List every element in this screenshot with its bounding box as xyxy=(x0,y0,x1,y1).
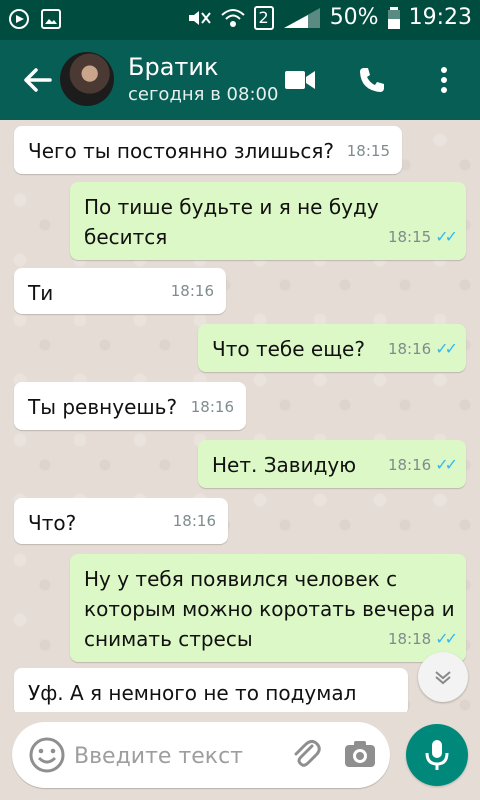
message-time: 18:15 xyxy=(387,228,432,246)
contact-last-seen: сегодня в 08:00 xyxy=(128,84,279,105)
message-time: 18:16 xyxy=(172,512,216,530)
message-time: 18:16 xyxy=(387,340,432,358)
message-bubble-incoming[interactable]: Ты ревнуешь? 18:16 xyxy=(14,382,246,430)
more-vert-icon xyxy=(441,67,447,93)
camera-icon xyxy=(345,741,375,767)
status-time: 19:23 xyxy=(408,5,472,30)
gallery-icon xyxy=(41,9,61,29)
chat-header: Братик сегодня в 08:00 xyxy=(0,40,480,120)
mic-icon xyxy=(425,740,449,770)
message-text: Что? xyxy=(28,511,77,535)
message-text: Ты ревнуешь? xyxy=(28,395,178,419)
status-right: 2 50% 19:23 xyxy=(186,5,472,30)
more-options-button[interactable] xyxy=(422,58,466,102)
message-time: 18:16 xyxy=(170,282,214,300)
message-time: 18:18 xyxy=(387,630,432,648)
read-ticks-icon: ✓✓ xyxy=(435,339,458,358)
voice-call-button[interactable] xyxy=(350,58,394,102)
video-call-button[interactable] xyxy=(278,58,322,102)
read-ticks-icon: ✓✓ xyxy=(435,455,458,474)
message-input[interactable] xyxy=(72,734,306,778)
contact-name: Братик xyxy=(128,53,219,81)
message-text: Что тебе еще? xyxy=(212,337,365,361)
emoji-icon xyxy=(29,737,65,773)
message-bubble-outgoing[interactable]: Что тебе еще? 18:16 ✓✓ xyxy=(198,324,466,372)
scroll-to-bottom-button[interactable] xyxy=(418,652,468,702)
phone-icon xyxy=(360,68,384,92)
message-meta: 18:18 ✓✓ xyxy=(387,624,458,654)
message-text: Ти xyxy=(28,281,54,305)
avatar[interactable] xyxy=(60,52,114,106)
message-time: 18:15 xyxy=(346,142,390,160)
read-ticks-icon: ✓✓ xyxy=(435,629,458,648)
wifi-icon xyxy=(220,8,245,27)
camera-button[interactable] xyxy=(342,737,378,773)
battery-icon xyxy=(387,6,400,29)
message-meta: 18:16 ✓✓ xyxy=(387,450,458,480)
record-icon xyxy=(9,9,29,29)
read-ticks-icon: ✓✓ xyxy=(435,227,458,246)
message-bubble-incoming[interactable]: Чего ты постоянно злишься? 18:15 xyxy=(14,126,402,174)
message-time: 18:16 xyxy=(190,398,234,416)
message-bubble-outgoing[interactable]: По тише будьте и я не буду бесится 18:15… xyxy=(70,182,466,260)
message-meta: 18:15 ✓✓ xyxy=(387,222,458,252)
video-call-icon xyxy=(285,71,315,89)
mute-icon xyxy=(188,10,211,25)
message-composer xyxy=(12,722,390,788)
contact-info[interactable]: Братик сегодня в 08:00 xyxy=(128,52,278,108)
message-bubble-incoming[interactable]: Ти 18:16 xyxy=(14,268,226,314)
message-text: По тише будьте и я не буду бесится xyxy=(84,195,379,249)
message-meta: 18:16 ✓✓ xyxy=(387,334,458,364)
attach-button[interactable] xyxy=(288,737,324,773)
message-text: Нет. Завидую xyxy=(212,453,357,477)
sim-badge: 2 xyxy=(253,5,274,30)
message-bubble-incoming[interactable]: Уф. А я немного не то подумал xyxy=(14,668,408,712)
voice-message-button[interactable] xyxy=(406,724,468,786)
message-list[interactable]: Чего ты постоянно злишься? 18:15 По тише… xyxy=(0,120,480,712)
attach-icon xyxy=(294,739,321,767)
status-left xyxy=(8,8,62,30)
message-time: 18:16 xyxy=(387,456,432,474)
back-button[interactable] xyxy=(18,60,58,100)
status-bar: 2 50% 19:23 xyxy=(0,0,480,40)
message-text: Чего ты постоянно злишься? xyxy=(28,139,335,163)
back-arrow-icon xyxy=(24,68,52,92)
message-bubble-outgoing[interactable]: Нет. Завидую 18:16 ✓✓ xyxy=(198,440,466,488)
message-bubble-outgoing[interactable]: Ну у тебя появился человек с которым мож… xyxy=(70,554,466,662)
emoji-button[interactable] xyxy=(28,736,66,774)
battery-percent: 50% xyxy=(329,5,379,30)
message-text: Уф. А я немного не то подумал xyxy=(28,681,357,705)
chevron-down-icon xyxy=(435,671,451,685)
message-bubble-incoming[interactable]: Что? 18:16 xyxy=(14,498,228,544)
signal-icon xyxy=(283,7,320,28)
